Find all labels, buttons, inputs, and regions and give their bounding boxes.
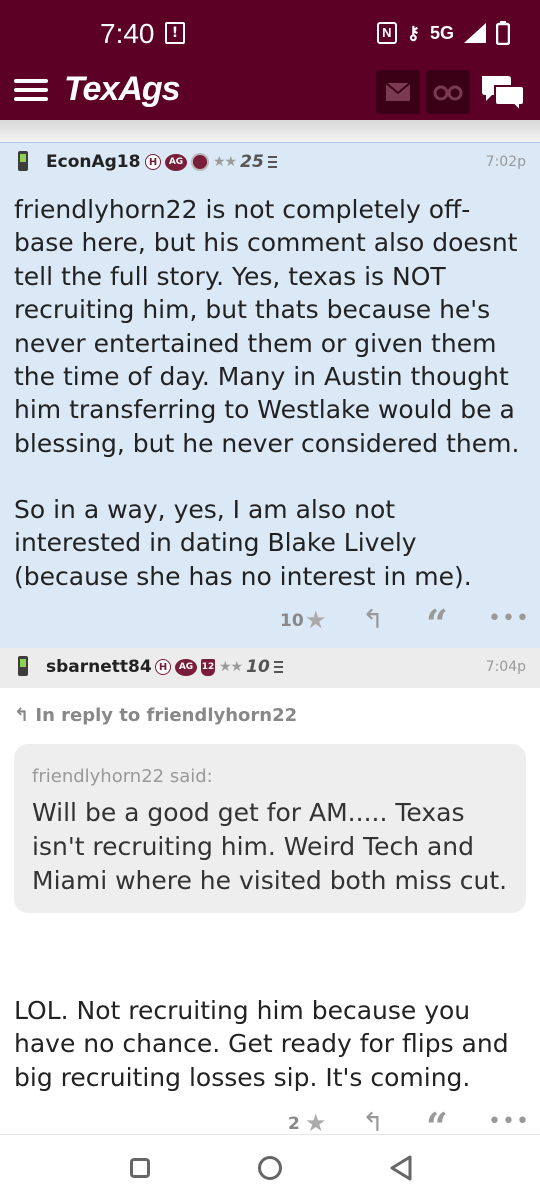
status-time: 7:40 <box>100 18 155 49</box>
star-icon[interactable]: ★ <box>305 606 327 634</box>
binoculars-icon <box>433 85 463 101</box>
ag-badge: AG <box>165 153 187 171</box>
mobile-icon <box>18 151 28 171</box>
mobile-icon <box>18 656 28 676</box>
post-username[interactable]: sbarnett84 <box>46 657 152 677</box>
post-actions: 10 ★ ↰ “ ••• <box>0 601 540 646</box>
team-logo-icon <box>191 153 209 171</box>
status-bar: 7:40 ! N ⚷ 5G <box>0 0 540 62</box>
mail-icon <box>385 82 411 101</box>
shield-badge: 12 <box>201 658 215 676</box>
home-icon[interactable] <box>258 1156 282 1180</box>
star-icon[interactable]: ★ <box>305 1109 327 1137</box>
stars-badge: ★★ <box>213 154 237 170</box>
texags-logo[interactable]: TexAgs <box>64 70 181 109</box>
post-body: LOL. Not recruiting him because you have… <box>14 996 509 1092</box>
battery-icon <box>496 21 510 45</box>
key-icon: ⚷ <box>406 22 420 43</box>
post-header-row: sbarnett84 H AG 12 ★★ 10 7:04p <box>0 648 540 688</box>
post-username[interactable]: EconAg18 <box>46 152 140 172</box>
network-label: 5G <box>429 22 454 43</box>
post-header: sbarnett84 H AG 12 ★★ 10 7:04p <box>0 648 540 688</box>
level-bars-icon <box>267 156 277 168</box>
watchlist-button[interactable] <box>426 70 470 114</box>
reply-arrow-icon: ↰ <box>14 705 30 726</box>
user-badges: H AG 12 ★★ 10 <box>155 657 283 677</box>
h-badge: H <box>145 154 161 170</box>
post-time: 7:02p <box>485 154 526 170</box>
alert-icon: ! <box>165 22 185 44</box>
quote-block: friendlyhorn22 said: Will be a good get … <box>14 744 526 913</box>
system-nav-bar <box>0 1134 540 1201</box>
status-icons: N ⚷ 5G <box>376 20 510 46</box>
in-reply-label: In reply to friendlyhorn22 <box>35 705 298 726</box>
nfc-icon: N <box>376 22 397 44</box>
post-body-paragraph: So in a way, yes, I am also not interest… <box>14 495 472 591</box>
app-bar: TexAgs <box>0 62 540 120</box>
forum-post: EconAg18 H AG ★★ 25 7:02p friendlyhorn22… <box>0 142 540 648</box>
header-shadow <box>0 120 540 142</box>
signal-icon <box>464 23 486 43</box>
like-count: 10 <box>280 611 304 631</box>
quote-text: Will be a good get for AM..... Texas isn… <box>32 798 508 895</box>
messages-button[interactable] <box>376 70 420 114</box>
post-body-paragraph: friendlyhorn22 is not completely off-bas… <box>14 195 520 458</box>
back-icon[interactable] <box>388 1155 414 1181</box>
like-count: 2 <box>288 1114 300 1134</box>
chat-icon[interactable] <box>480 74 526 112</box>
reply-icon[interactable]: ↰ <box>362 605 384 635</box>
recents-icon[interactable] <box>130 1158 150 1178</box>
menu-icon[interactable] <box>14 74 48 104</box>
more-icon[interactable]: ••• <box>488 1109 530 1134</box>
ag-badge: AG <box>175 658 197 676</box>
level-badge: 10 <box>246 657 270 677</box>
quote-icon[interactable]: “ <box>426 601 448 646</box>
in-reply-link[interactable]: ↰ In reply to friendlyhorn22 <box>14 705 297 726</box>
h-badge: H <box>155 659 171 675</box>
user-badges: H AG ★★ 25 <box>145 152 277 172</box>
quote-author: friendlyhorn22 said: <box>32 766 213 787</box>
more-icon[interactable]: ••• <box>488 606 530 631</box>
stars-badge: ★★ <box>219 659 243 675</box>
post-time: 7:04p <box>485 659 526 675</box>
post-header: EconAg18 H AG ★★ 25 7:02p <box>0 143 540 183</box>
level-badge: 25 <box>240 152 264 172</box>
level-bars-icon <box>273 661 283 673</box>
